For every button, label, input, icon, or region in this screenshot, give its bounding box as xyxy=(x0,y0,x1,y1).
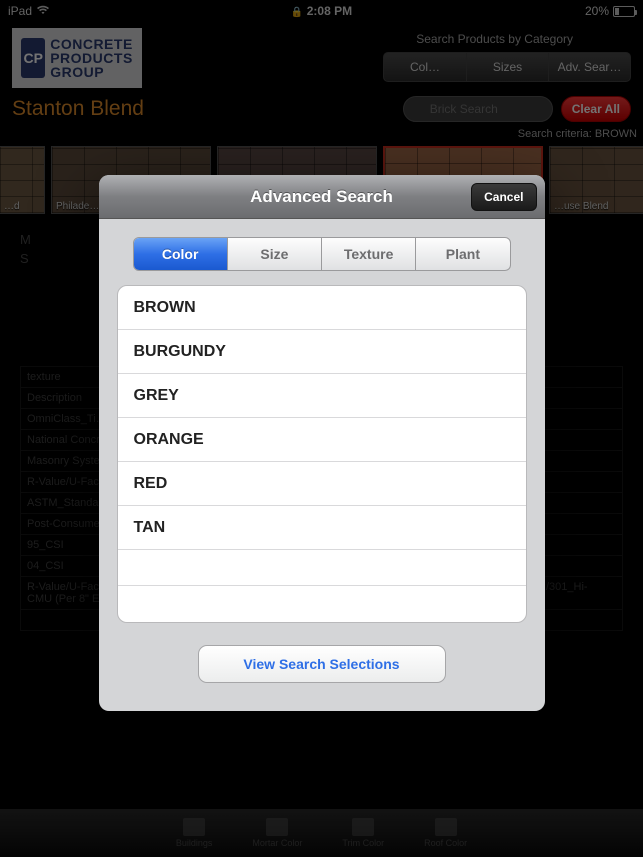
list-item[interactable]: TAN xyxy=(118,506,526,550)
modal-segmented-control: Color Size Texture Plant xyxy=(133,237,511,271)
seg-color[interactable]: Color xyxy=(134,238,227,270)
list-item[interactable]: GREY xyxy=(118,374,526,418)
list-item[interactable]: BURGUNDY xyxy=(118,330,526,374)
list-item[interactable]: RED xyxy=(118,462,526,506)
list-item-empty xyxy=(118,586,526,622)
seg-texture[interactable]: Texture xyxy=(321,238,415,270)
cancel-button[interactable]: Cancel xyxy=(471,183,536,211)
list-item[interactable]: BROWN xyxy=(118,286,526,330)
list-item-empty xyxy=(118,550,526,586)
color-list: BROWNBURGUNDYGREYORANGEREDTAN xyxy=(117,285,527,623)
seg-plant[interactable]: Plant xyxy=(415,238,509,270)
modal-navbar: Advanced Search Cancel xyxy=(99,175,545,219)
list-item[interactable]: ORANGE xyxy=(118,418,526,462)
advanced-search-modal: Advanced Search Cancel Color Size Textur… xyxy=(99,175,545,711)
seg-size[interactable]: Size xyxy=(227,238,321,270)
view-selections-button[interactable]: View Search Selections xyxy=(198,645,446,683)
modal-title: Advanced Search xyxy=(250,187,393,207)
